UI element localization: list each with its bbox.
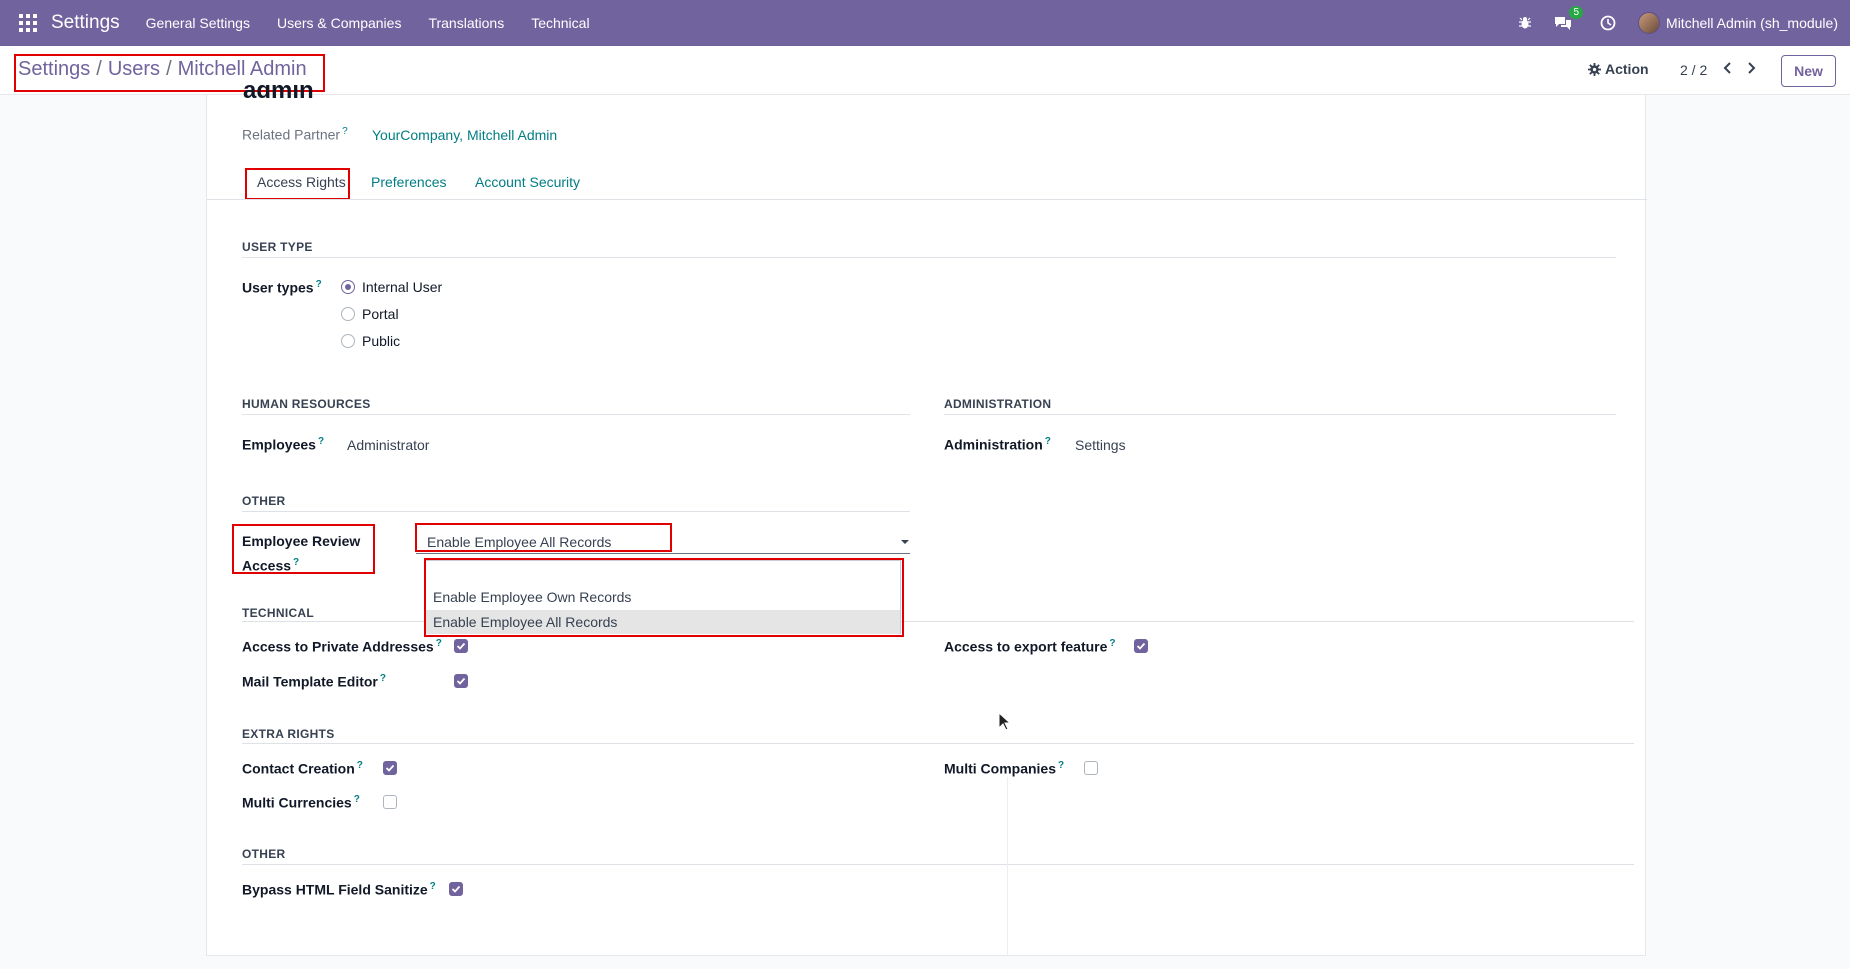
chevron-down-icon[interactable] xyxy=(901,540,909,544)
private-addresses-label: Access to Private Addresses? xyxy=(242,638,442,655)
breadcrumb-separator: / xyxy=(96,58,102,80)
employees-label: Employees? xyxy=(242,436,325,453)
breadcrumb-current-record: Mitchell Admin xyxy=(177,58,307,80)
section-technical: TECHNICAL xyxy=(242,606,315,620)
help-icon[interactable]: ? xyxy=(342,126,348,137)
pager-next-icon[interactable] xyxy=(1746,61,1756,78)
app-title[interactable]: Settings xyxy=(51,12,120,34)
export-feature-label: Access to export feature? xyxy=(944,638,1116,655)
employees-value[interactable]: Administrator xyxy=(347,437,429,453)
tabs-divider xyxy=(207,199,1647,200)
radio-public-label[interactable]: Public xyxy=(362,333,400,349)
help-icon[interactable]: ? xyxy=(436,638,442,649)
dropdown-option-own-records[interactable]: Enable Employee Own Records xyxy=(426,585,900,609)
help-icon[interactable]: ? xyxy=(380,673,386,684)
chat-icon[interactable]: 5 xyxy=(1554,6,1584,31)
tab-access-rights[interactable]: Access Rights xyxy=(257,174,346,190)
employee-review-dropdown: Enable Employee Own Records Enable Emplo… xyxy=(425,560,901,634)
radio-public[interactable] xyxy=(341,334,355,348)
mail-template-editor-checkbox[interactable] xyxy=(454,674,468,688)
section-other: OTHER xyxy=(242,494,286,508)
radio-portal[interactable] xyxy=(341,307,355,321)
employee-review-access-label: Employee Review Access? xyxy=(242,531,360,577)
menu-users-companies[interactable]: Users & Companies xyxy=(277,15,402,31)
section-divider xyxy=(242,743,1634,744)
section-other-2: OTHER xyxy=(242,847,286,861)
user-menu[interactable]: Mitchell Admin (sh_module) xyxy=(1666,15,1838,31)
help-icon[interactable]: ? xyxy=(430,881,436,892)
menu-general-settings[interactable]: General Settings xyxy=(146,15,250,31)
administration-value[interactable]: Settings xyxy=(1075,437,1126,453)
section-administration: ADMINISTRATION xyxy=(944,397,1052,411)
multi-companies-checkbox[interactable] xyxy=(1084,761,1098,775)
menu-translations[interactable]: Translations xyxy=(428,15,504,31)
section-divider xyxy=(242,414,910,415)
section-divider xyxy=(242,511,910,512)
multi-companies-label: Multi Companies? xyxy=(944,760,1065,777)
employee-review-access-label-line1: Employee Review xyxy=(242,533,361,549)
help-icon[interactable]: ? xyxy=(354,794,360,805)
help-icon[interactable]: ? xyxy=(318,436,324,447)
form-sheet: admin Related Partner? YourCompany, Mitc… xyxy=(206,85,1647,956)
apps-grid-icon[interactable] xyxy=(19,14,37,32)
radio-portal-label[interactable]: Portal xyxy=(362,306,399,322)
bypass-html-label: Bypass HTML Field Sanitize? xyxy=(242,881,436,898)
menu-technical[interactable]: Technical xyxy=(531,15,589,31)
dropdown-option-empty[interactable] xyxy=(426,561,900,585)
radio-internal-user[interactable] xyxy=(341,280,355,294)
radio-internal-user-label[interactable]: Internal User xyxy=(362,279,442,295)
tab-preferences[interactable]: Preferences xyxy=(371,174,446,190)
administration-label: Administration? xyxy=(944,436,1051,453)
help-icon[interactable]: ? xyxy=(293,557,299,568)
new-button[interactable]: New xyxy=(1781,55,1836,87)
help-icon[interactable]: ? xyxy=(357,760,363,771)
mail-template-editor-label: Mail Template Editor? xyxy=(242,673,386,690)
breadcrumb: Settings / Users / Mitchell Admin xyxy=(18,58,307,81)
section-divider xyxy=(944,414,1616,415)
employee-review-access-value[interactable]: Enable Employee All Records xyxy=(427,534,611,550)
chat-badge: 5 xyxy=(1569,6,1584,19)
user-avatar[interactable] xyxy=(1638,12,1661,34)
section-divider xyxy=(242,864,1634,865)
record-name-fragment: admin xyxy=(243,85,314,99)
pager-previous-icon[interactable] xyxy=(1723,61,1733,78)
column-divider xyxy=(1007,777,1008,955)
gear-icon xyxy=(1588,62,1601,76)
pager-value[interactable]: 2 / 2 xyxy=(1680,62,1707,78)
top-navbar: Settings General Settings Users & Compan… xyxy=(0,0,1850,46)
contact-creation-checkbox[interactable] xyxy=(383,761,397,775)
bypass-html-checkbox[interactable] xyxy=(449,882,463,896)
related-partner-label: Related Partner? xyxy=(242,126,348,143)
section-user-type: USER TYPE xyxy=(242,240,313,254)
user-types-label: User types? xyxy=(242,279,322,296)
help-icon[interactable]: ? xyxy=(1045,436,1051,447)
action-button[interactable]: Action xyxy=(1588,61,1649,77)
contact-creation-label: Contact Creation? xyxy=(242,760,363,777)
multi-currencies-label: Multi Currencies? xyxy=(242,794,360,811)
bug-icon[interactable] xyxy=(1518,16,1532,30)
dropdown-option-all-records[interactable]: Enable Employee All Records xyxy=(426,610,900,634)
multi-currencies-checkbox[interactable] xyxy=(383,795,397,809)
employee-review-access-label-line2: Access xyxy=(242,557,292,574)
section-divider xyxy=(242,257,1616,258)
export-feature-checkbox[interactable] xyxy=(1134,639,1148,653)
help-icon[interactable]: ? xyxy=(316,279,322,290)
breadcrumb-users[interactable]: Users xyxy=(108,58,160,80)
breadcrumb-settings[interactable]: Settings xyxy=(18,58,90,80)
help-icon[interactable]: ? xyxy=(1109,638,1115,649)
action-label: Action xyxy=(1605,61,1649,77)
tab-account-security[interactable]: Account Security xyxy=(475,174,580,190)
section-extra-rights: EXTRA RIGHTS xyxy=(242,727,335,741)
private-addresses-checkbox[interactable] xyxy=(454,639,468,653)
mouse-cursor-icon xyxy=(998,712,1012,731)
related-partner-value[interactable]: YourCompany, Mitchell Admin xyxy=(372,127,557,143)
help-icon[interactable]: ? xyxy=(1058,760,1064,771)
clock-icon[interactable] xyxy=(1600,15,1616,31)
section-human-resources: HUMAN RESOURCES xyxy=(242,397,371,411)
breadcrumb-separator: / xyxy=(166,58,172,80)
